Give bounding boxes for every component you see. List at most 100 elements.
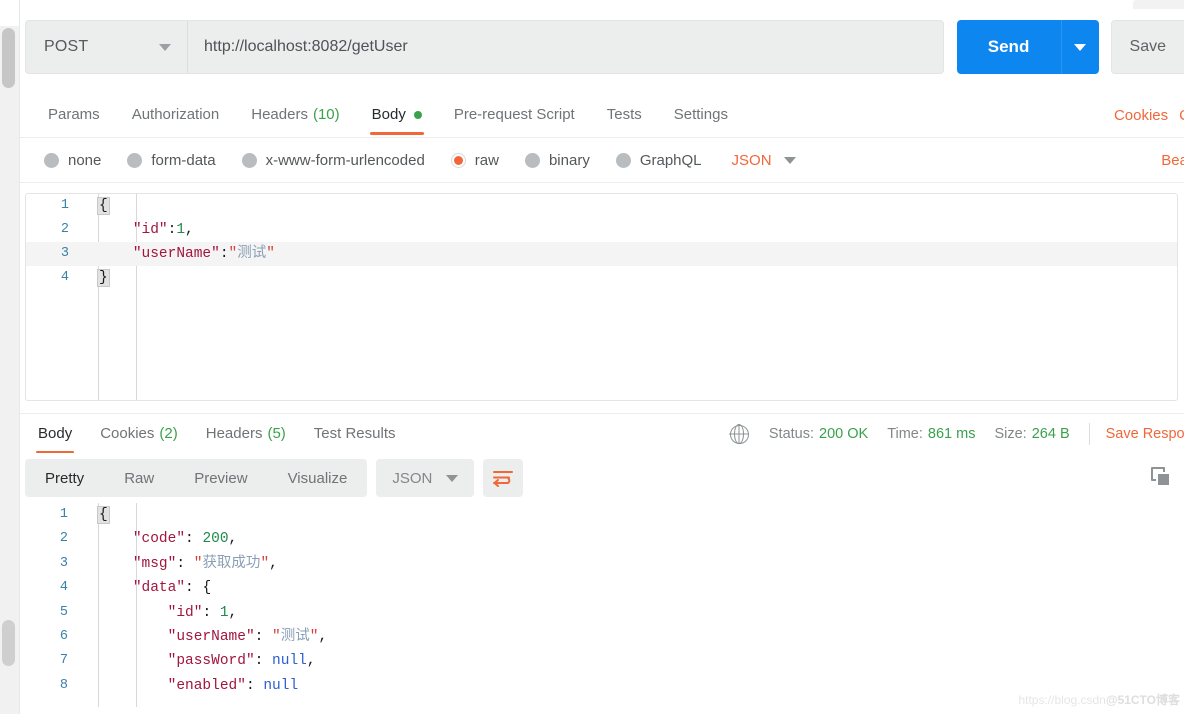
- code-line: 8 "enabled": null: [20, 674, 1184, 698]
- code-token: "id": [132, 222, 168, 238]
- code-text: "id":1,: [82, 218, 194, 242]
- status-value: 200 OK: [819, 426, 869, 442]
- response-body-viewer[interactable]: 1{2 "code": 200, 3 "msg": "获取成功", 4 "data"…: [20, 503, 1184, 707]
- response-format-label: JSON: [392, 469, 433, 487]
- view-mode-pretty[interactable]: Pretty: [25, 459, 104, 497]
- copy-icon[interactable]: [1151, 467, 1173, 489]
- body-type-row: none form-data x-www-form-urlencoded raw…: [20, 138, 1184, 183]
- request-format-label: JSON: [731, 151, 772, 169]
- line-number: 4: [60, 270, 69, 285]
- code-line: 1{: [20, 503, 1184, 527]
- tab-authorization[interactable]: Authorization: [116, 92, 236, 137]
- body-type-binary[interactable]: binary: [524, 152, 590, 169]
- line-number: 1: [60, 198, 69, 213]
- request-tab-sliver[interactable]: [1133, 0, 1184, 9]
- tab-label: Headers: [251, 106, 308, 123]
- radio-icon: [241, 152, 257, 168]
- code-token: 获取成功: [202, 555, 261, 572]
- code-token: ": [228, 246, 238, 262]
- response-tab-cookies[interactable]: Cookies (2): [86, 414, 192, 453]
- line-number: 8: [59, 677, 68, 693]
- response-toolbar: Pretty Raw Preview Visualize JSON: [20, 453, 1184, 503]
- tab-label: Body: [38, 425, 73, 442]
- body-type-label: raw: [474, 151, 499, 169]
- body-type-urlencoded[interactable]: x-www-form-urlencoded: [241, 152, 425, 169]
- scrollbar-thumb-bottom[interactable]: [2, 620, 15, 666]
- scrollbar-track[interactable]: [0, 26, 19, 714]
- chevron-down-icon: [446, 474, 459, 482]
- save-response-link[interactable]: Save Response: [1106, 426, 1184, 442]
- code-text: {: [82, 503, 110, 527]
- view-mode-visualize[interactable]: Visualize: [268, 459, 368, 497]
- response-tab-test-results[interactable]: Test Results: [300, 414, 410, 453]
- view-mode-raw[interactable]: Raw: [104, 459, 174, 497]
- code-link[interactable]: C: [1179, 107, 1184, 124]
- code-token: ,: [318, 628, 328, 645]
- code-token: ": [260, 555, 270, 572]
- body-type-form-data[interactable]: form-data: [127, 152, 216, 169]
- code-text: }: [82, 266, 110, 290]
- chevron-down-icon: [783, 156, 796, 164]
- code-token: :: [219, 246, 229, 262]
- response-format-select[interactable]: JSON: [376, 459, 475, 497]
- code-token: ,: [269, 555, 278, 572]
- body-type-label: none: [68, 151, 102, 169]
- cookies-link[interactable]: Cookies: [1114, 107, 1168, 124]
- send-options-button[interactable]: [1060, 20, 1099, 74]
- code-token: ": [272, 628, 281, 645]
- code-token: {: [97, 506, 110, 524]
- tab-body[interactable]: Body: [356, 92, 438, 137]
- tab-pre-request-script[interactable]: Pre-request Script: [438, 92, 591, 137]
- body-type-none[interactable]: none: [44, 152, 101, 169]
- wrap-lines-button[interactable]: [483, 459, 524, 497]
- code-token: ,: [228, 604, 238, 621]
- request-format-select[interactable]: JSON: [732, 152, 796, 169]
- request-body-editor[interactable]: 1{2 "id":1, 3 "userName":"测试" 4}: [25, 193, 1178, 401]
- response-code-area[interactable]: 1{2 "code": 200, 3 "msg": "获取成功", 4 "data"…: [20, 503, 1184, 707]
- code-line: 4}: [26, 266, 1177, 290]
- request-code-area[interactable]: 1{2 "id":1, 3 "userName":"测试" 4}: [26, 194, 1177, 400]
- body-type-raw[interactable]: raw: [450, 151, 499, 169]
- body-type-graphql[interactable]: GraphQL: [615, 152, 702, 169]
- code-token: "data": [132, 580, 186, 597]
- request-tabs-actions: Cookies C: [1114, 92, 1184, 137]
- code-token: :: [185, 580, 203, 597]
- code-token: "msg": [132, 555, 177, 572]
- url-text: http://localhost:8082/getUser: [204, 38, 408, 55]
- tab-params[interactable]: Params: [32, 92, 116, 137]
- code-line: 5 "id": 1,: [20, 601, 1184, 625]
- http-method-select[interactable]: POST: [25, 20, 189, 74]
- tab-count: (10): [312, 106, 340, 123]
- save-button[interactable]: Save: [1110, 20, 1184, 74]
- code-token: "passWord": [167, 653, 255, 670]
- tab-label: Test Results: [313, 425, 396, 442]
- send-button[interactable]: Send: [956, 20, 1061, 74]
- radio-icon: [524, 152, 540, 168]
- line-number: 7: [59, 653, 68, 669]
- view-mode-preview[interactable]: Preview: [174, 459, 267, 497]
- globe-icon[interactable]: [729, 424, 749, 444]
- beautify-link[interactable]: Beautif: [1161, 152, 1184, 169]
- code-line: 4 "data": {: [20, 576, 1184, 600]
- url-input[interactable]: http://localhost:8082/getUser: [188, 20, 944, 74]
- response-status-bar: Status: 200 OK Time: 861 ms Size: 264 B …: [729, 414, 1184, 453]
- code-text: "userName": "测试",: [82, 625, 328, 649]
- time-label: Time:: [887, 426, 923, 442]
- response-tab-body[interactable]: Body: [24, 414, 86, 453]
- divider: [1088, 423, 1090, 445]
- code-token: :: [185, 531, 203, 548]
- tab-tests[interactable]: Tests: [591, 92, 658, 137]
- response-tab-headers[interactable]: Headers (5): [192, 414, 300, 453]
- code-token: "userName": [167, 628, 255, 645]
- postman-window: POST http://localhost:8082/getUser Send …: [0, 0, 1184, 714]
- response-view-modes: Pretty Raw Preview Visualize: [25, 459, 368, 497]
- scrollbar-thumb-top[interactable]: [2, 28, 15, 88]
- line-number: 2: [59, 531, 68, 547]
- main-content: POST http://localhost:8082/getUser Send …: [20, 0, 1184, 714]
- code-line: 1{: [26, 194, 1177, 218]
- tab-settings[interactable]: Settings: [658, 92, 744, 137]
- code-token: 测试: [237, 246, 267, 262]
- tab-headers[interactable]: Headers (10): [235, 92, 355, 137]
- left-scrollbar-strip: [0, 0, 20, 714]
